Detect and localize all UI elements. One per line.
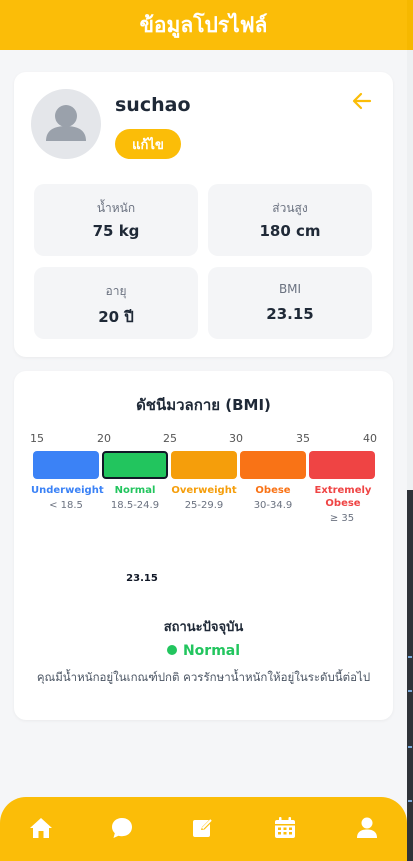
header-bar: ข้อมูลโปรไฟล์ [0, 0, 407, 50]
obese-name: Obese [255, 485, 291, 496]
scale-tick: 30 [229, 432, 243, 445]
scale-tick: 40 [363, 432, 377, 445]
height-stat: ส่วนสูง 180 cm [208, 184, 372, 256]
username: suchao [115, 94, 191, 116]
extremely-obese-segment [309, 451, 375, 479]
underweight-segment [33, 451, 99, 479]
current-status: Normal [14, 643, 393, 659]
age-label: อายุ [105, 284, 127, 298]
home-icon[interactable] [28, 815, 54, 841]
page-title: ข้อมูลโปรไฟล์ [139, 12, 268, 37]
extremely-obese-range: ≥ 35 [329, 513, 355, 524]
normal-segment [102, 451, 168, 479]
avatar[interactable] [31, 89, 101, 159]
status-description: คุณมีน้ำหนักอยู่ในเกณฑ์ปกติ ควรรักษาน้ำห… [36, 670, 371, 684]
normal-name: Normal [114, 485, 156, 496]
age-stat: อายุ 20 ปี [34, 267, 198, 339]
overweight-name: Overweight [171, 485, 237, 496]
current-status-label: สถานะปัจจุบัน [163, 620, 244, 635]
underweight-name: Underweight [31, 485, 104, 496]
app-screen: ข้อมูลโปรไฟล์ suchao แก้ไข น้ำหนัก 75 kg… [0, 0, 407, 861]
bmi-value: 23.15 [266, 305, 314, 323]
profile-card: suchao แก้ไข น้ำหนัก 75 kg ส่วนสูง 180 c… [14, 72, 393, 357]
overweight-segment [171, 451, 237, 479]
status-text: Normal [182, 643, 241, 659]
normal-range: 18.5-24.9 [110, 500, 160, 511]
bmi-stat: BMI 23.15 [208, 267, 372, 339]
calendar-icon[interactable] [272, 815, 298, 841]
edit-profile-button[interactable]: แก้ไข [115, 129, 181, 159]
back-arrow-icon[interactable] [351, 90, 373, 112]
background-window-edge [407, 0, 413, 861]
scale-tick: 35 [296, 432, 310, 445]
bmi-title: ดัชนีมวลกาย (BMI) [136, 396, 271, 414]
scale-tick: 20 [97, 432, 111, 445]
height-value: 180 cm [259, 222, 321, 240]
scale-tick: 25 [163, 432, 177, 445]
obese-segment [240, 451, 306, 479]
extremely-obese-name: Extremely Obese [314, 485, 372, 509]
status-dot-icon [166, 645, 177, 655]
age-value: 20 ปี [98, 308, 134, 326]
overweight-range: 25-29.9 [184, 500, 224, 511]
obese-range: 30-34.9 [253, 500, 293, 511]
edit-icon[interactable] [190, 815, 216, 841]
scale-tick: 15 [30, 432, 44, 445]
weight-stat: น้ำหนัก 75 kg [34, 184, 198, 256]
bmi-card: ดัชนีมวลกาย (BMI) 15 20 25 30 35 40 Unde… [14, 371, 393, 720]
bmi-marker-value: 23.15 [126, 573, 158, 584]
height-label: ส่วนสูง [272, 201, 308, 215]
bmi-label: BMI [278, 282, 302, 296]
underweight-range: < 18.5 [49, 500, 83, 511]
user-icon[interactable] [354, 815, 380, 841]
weight-value: 75 kg [92, 222, 140, 240]
weight-label: น้ำหนัก [96, 201, 136, 215]
user-avatar-icon [46, 105, 86, 141]
bottom-nav [0, 797, 407, 861]
chat-icon[interactable] [109, 815, 135, 841]
